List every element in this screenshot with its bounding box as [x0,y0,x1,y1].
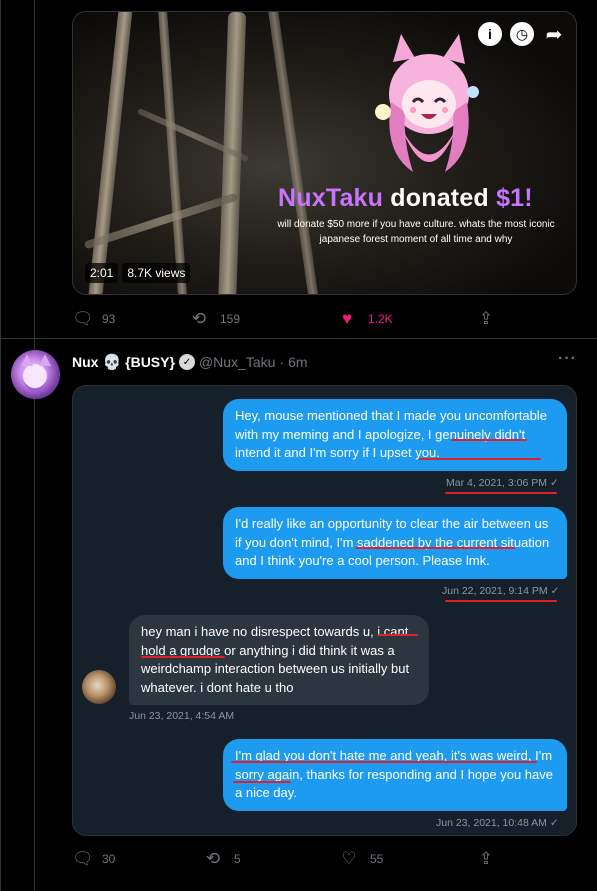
check-icon: ✓ [550,585,560,597]
reply-icon: 🗨 [72,309,94,328]
timestamp-text: Jun 23, 2021, 10:48 AM [436,817,547,829]
donation-amount: $1! [496,184,533,212]
display-name[interactable]: Nux [72,354,98,370]
heart-filled-icon: ♥ [341,309,353,328]
message-timestamp-4: Jun 23, 2021, 10:48 AM ✓ [436,817,559,829]
share-icon: ⇪ [478,849,494,868]
red-underline [445,600,557,602]
retweet-icon: ⟲ [191,309,207,328]
thread-line [34,0,35,891]
message-timestamp-3: Jun 23, 2021, 4:54 AM [129,710,235,722]
retweet-button[interactable]: ⟲ 159 [190,310,240,327]
avatar-image [21,354,51,392]
tweet-actions: 🗨 30 ⟲ 5 ♡ 55 ⇪ [72,850,512,870]
left-border [0,0,1,891]
video-duration: 2:01 [85,263,119,283]
tree-trunk [156,12,189,294]
message-timestamp-1: Mar 4, 2021, 3:06 PM ✓ [446,477,559,489]
donation-word: donated [390,184,489,212]
red-underline [378,634,418,636]
tweet-time[interactable]: 6m [288,354,307,370]
red-underline [445,492,557,494]
red-underline [231,761,537,763]
like-count: 1.2K [368,311,393,326]
busy-tag: {BUSY} [125,354,175,370]
skull-emoji: 💀 [102,354,122,371]
red-underline [419,458,541,460]
tweet-divider [0,338,597,339]
tweet-header: Nux 💀 {BUSY} ✓ @Nux_Taku · 6m [72,353,308,371]
like-button[interactable]: ♡ 55 [340,850,383,867]
reply-icon: 🗨 [72,849,94,868]
video-views: 8.7K views [122,263,191,283]
video-controls: i ◷ ➦ [478,22,566,46]
message-bubble-4: I'm glad you don't hate me and yeah, it'… [223,739,567,811]
verified-icon: ✓ [178,354,195,370]
share-button[interactable]: ⇪ [477,850,495,867]
mascot-image [375,34,479,172]
timestamp-text: Jun 22, 2021, 9:14 PM [442,585,548,597]
red-underline [233,781,291,783]
reply-button[interactable]: 🗨 93 [72,310,115,327]
video-player[interactable]: i ◷ ➦ NuxTaku donated $1! will donate $5… [72,11,577,295]
donation-name: NuxTaku [278,184,384,212]
user-handle[interactable]: @Nux_Taku [199,354,275,370]
more-options-icon[interactable]: ··· [558,350,577,368]
contact-avatar [82,670,116,704]
video-stats: 2:01 8.7K views [85,263,191,283]
reply-count: 93 [102,311,116,326]
share-button[interactable]: ⇪ [477,310,495,327]
share-arrow-icon[interactable]: ➦ [542,22,566,46]
tree-trunk [86,12,134,294]
timestamp-text: Mar 4, 2021, 3:06 PM [446,477,547,489]
retweet-count: 5 [234,851,241,866]
check-icon: ✓ [549,477,559,489]
message-timestamp-2: Jun 22, 2021, 9:14 PM ✓ [442,585,559,597]
retweet-count: 159 [220,311,241,326]
heart-icon: ♡ [341,849,357,868]
reply-button[interactable]: 🗨 30 [72,850,115,867]
avatar[interactable] [11,350,60,399]
donation-title: NuxTaku donated $1! [278,184,533,213]
red-underline [141,656,225,658]
tweet-actions: 🗨 93 ⟲ 159 ♥ 1.2K ⇪ [72,310,512,330]
check-icon: ✓ [549,817,559,829]
donation-message: will donate $50 more if you have culture… [277,219,555,245]
message-bubble-3: hey man i have no disrespect towards u, … [129,615,429,705]
retweet-icon: ⟲ [205,849,221,868]
red-underline [355,547,515,549]
like-count: 55 [370,851,384,866]
tree-trunk [265,12,321,294]
retweet-button[interactable]: ⟲ 5 [204,850,241,867]
clock-icon[interactable]: ◷ [510,22,534,46]
red-underline [451,439,527,441]
reply-count: 30 [102,851,116,866]
share-icon: ⇪ [478,309,494,328]
like-button[interactable]: ♥ 1.2K [338,310,393,327]
message-bubble-2: I'd really like an opportunity to clear … [223,507,567,579]
separator-dot: · [279,354,285,370]
dm-screenshot-image[interactable]: Hey, mouse mentioned that I made you unc… [72,385,577,836]
